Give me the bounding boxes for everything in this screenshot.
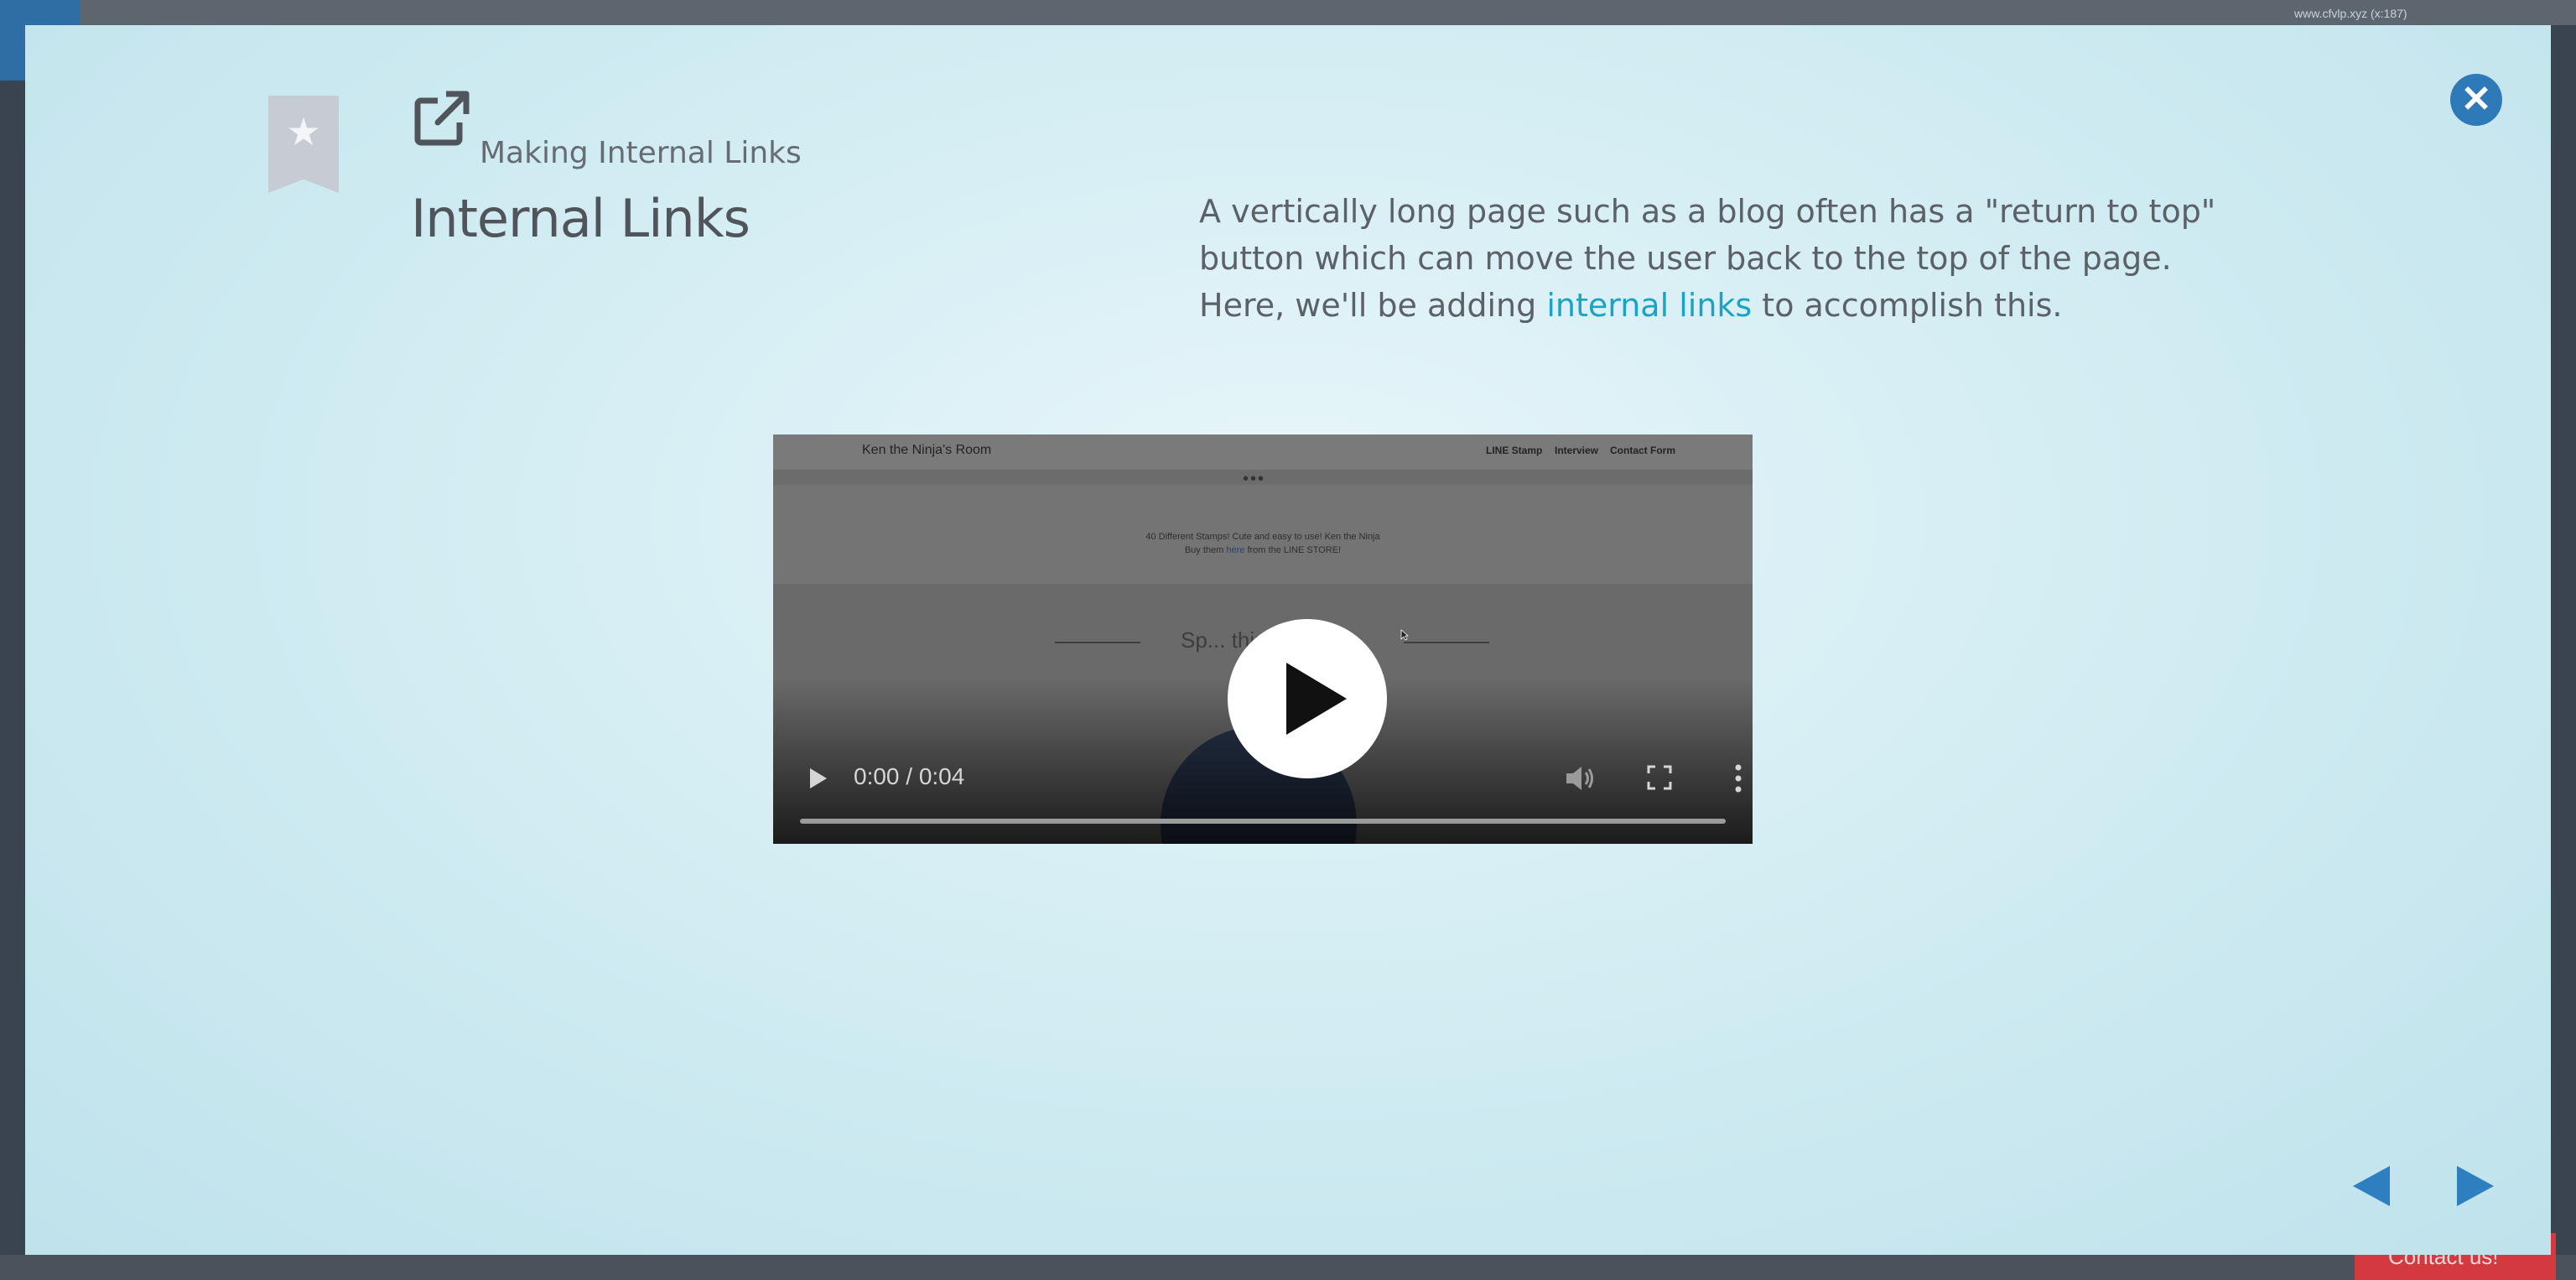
banner-line-2-prefix: Buy them <box>1184 545 1227 555</box>
bookmark-star-icon[interactable]: ★ <box>268 96 339 193</box>
video-nav-item: Contact Form <box>1610 445 1675 456</box>
banner-here-link: here <box>1226 545 1245 555</box>
video-heading-rule <box>1404 642 1489 643</box>
next-arrow-icon[interactable] <box>2457 1166 2494 1206</box>
star-icon: ★ <box>286 109 321 154</box>
volume-icon[interactable] <box>1563 763 1597 793</box>
video-site-title: Ken the Ninja's Room <box>862 443 992 457</box>
background-url-text: www.cfvlp.xyz (x:187) <box>2294 7 2407 20</box>
lesson-breadcrumb: Making Internal Links <box>480 136 802 170</box>
more-options-icon[interactable] <box>1734 763 1742 793</box>
description-line-2-suffix: to accomplish this. <box>1752 287 2063 324</box>
internal-links-link[interactable]: internal links <box>1546 287 1752 324</box>
video-nav-item: LINE Stamp <box>1486 445 1543 456</box>
background-bottom-bar <box>0 1255 2576 1280</box>
video-progress-bar[interactable] <box>800 819 1726 824</box>
mouse-cursor-icon <box>1400 629 1409 641</box>
background-top-bar <box>0 0 2576 25</box>
banner-line-2-suffix: from the LINE STORE! <box>1244 545 1342 555</box>
close-icon: ✕ <box>2460 79 2492 120</box>
lesson-description: A vertically long page such as a blog of… <box>1199 188 2314 329</box>
play-button[interactable] <box>1228 619 1387 778</box>
video-banner-line-2: Buy them here from the LINE STORE! <box>773 545 1753 555</box>
description-line-1: A vertically long page such as a blog of… <box>1199 193 2216 277</box>
video-banner-line-1: 40 Different Stamps! Cute and easy to us… <box>1145 532 1380 542</box>
fullscreen-icon[interactable] <box>1647 765 1672 790</box>
play-icon <box>1286 663 1347 735</box>
close-button[interactable]: ✕ <box>2450 74 2502 126</box>
video-nav-item: Interview <box>1555 445 1599 456</box>
external-link-icon[interactable] <box>413 89 471 148</box>
video-heading-rule <box>1055 642 1140 643</box>
video-time: 0:00 / 0:04 <box>854 763 965 789</box>
play-icon[interactable] <box>810 768 827 788</box>
lesson-title: Internal Links <box>411 188 750 249</box>
prev-arrow-icon[interactable] <box>2353 1166 2390 1206</box>
description-line-2-prefix: Here, we'll be adding <box>1199 287 1547 324</box>
